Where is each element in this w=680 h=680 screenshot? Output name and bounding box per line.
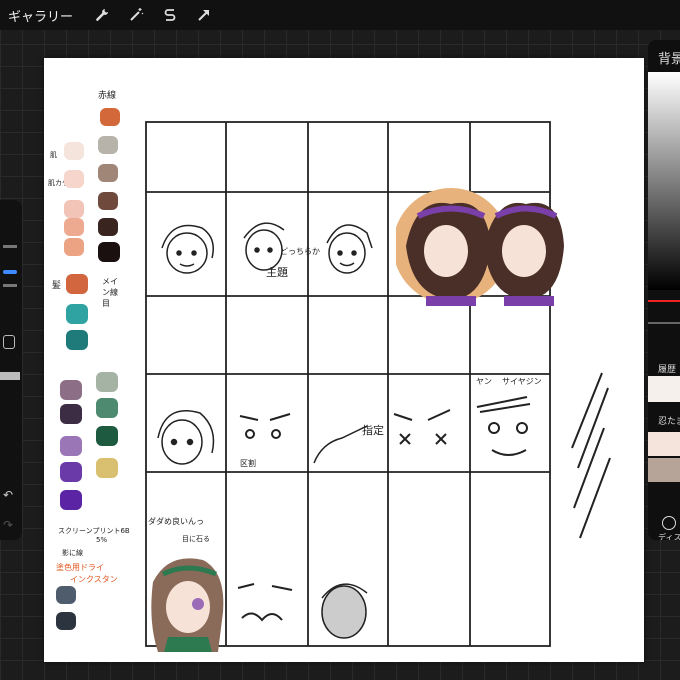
note-koushi: ダダめ良いんっ	[148, 517, 204, 526]
note-red-brush2: インクスタン	[70, 575, 118, 584]
note-kami: 髪	[52, 281, 62, 291]
left-sidebar: ↶ ↷	[0, 200, 22, 540]
character-sketch-4	[157, 410, 215, 465]
palette-swatch-2[interactable]	[648, 458, 680, 482]
swatch-green[interactable]	[96, 398, 118, 418]
note-eye: 目に石る	[182, 535, 210, 543]
character-sketch-7	[476, 396, 531, 456]
note-shitei: 指定	[362, 424, 384, 437]
brush-size-slider[interactable]	[3, 245, 17, 248]
character-sketch-6	[393, 409, 451, 445]
gallery-button[interactable]: ギャラリー	[8, 6, 73, 25]
note-shiten: 主題	[266, 266, 288, 279]
swatch-coral[interactable]	[64, 238, 84, 256]
history-label: 履歴	[658, 365, 677, 375]
palette-swatch-1[interactable]	[648, 432, 680, 456]
note-kage-hint: 影に線	[62, 549, 83, 557]
redo-icon[interactable]: ↷	[3, 518, 17, 532]
hue-slider[interactable]	[648, 300, 680, 302]
note-main-line: メイン線目	[102, 277, 118, 308]
swatch-forest[interactable]	[96, 426, 118, 446]
swatch-taupe[interactable]	[98, 164, 118, 182]
swatch-sage[interactable]	[96, 372, 118, 392]
swatch-teal[interactable]	[66, 304, 88, 324]
transform-arrow-icon[interactable]	[191, 2, 217, 28]
swatch-black[interactable]	[98, 242, 120, 262]
character-sketch-5	[239, 413, 291, 439]
note-brush-opacity: 5%	[96, 536, 108, 544]
character-sketch-9	[321, 583, 368, 639]
undo-icon[interactable]: ↶	[3, 488, 17, 502]
swatch-brown[interactable]	[98, 192, 118, 210]
wrench-icon[interactable]	[89, 2, 115, 28]
swatch-purple[interactable]	[60, 462, 82, 482]
swatch-pink[interactable]	[64, 200, 84, 218]
brush-size-handle[interactable]	[3, 270, 17, 274]
swatch-mauve[interactable]	[60, 380, 82, 400]
character-sketch-1	[161, 224, 214, 274]
character-sketch-8	[237, 583, 293, 622]
opacity-handle[interactable]	[0, 372, 20, 380]
palette-label: 忍たま	[658, 417, 680, 427]
swatch-violet[interactable]	[60, 490, 82, 510]
swatch-darkteal[interactable]	[66, 330, 88, 350]
color-picker-square[interactable]	[648, 72, 680, 290]
modify-button[interactable]	[3, 335, 15, 349]
swatch-peach[interactable]	[64, 170, 84, 188]
note-saiyajin: サイヤジン	[502, 377, 542, 386]
opacity-slider[interactable]	[3, 284, 17, 287]
swatch-salmon[interactable]	[64, 218, 84, 236]
speed-lines-sketch	[571, 372, 611, 539]
note-red-brush: 塗色用ドライ	[56, 563, 104, 572]
disc-label: ディスク	[658, 533, 680, 540]
swatch-mustard[interactable]	[96, 458, 118, 478]
colored-character-3	[151, 558, 224, 652]
colored-character-illustration	[396, 188, 564, 306]
note-kukaku: 区割	[240, 459, 256, 468]
magic-wand-icon[interactable]	[123, 2, 149, 28]
note-hada: 肌	[50, 151, 57, 159]
note-brush-name: スクリーンプリント6B	[58, 527, 130, 535]
swatch-rust[interactable]	[66, 274, 88, 294]
swatch-gray[interactable]	[98, 136, 118, 154]
swatch-beige[interactable]	[64, 142, 84, 160]
swatch-navy[interactable]	[56, 612, 76, 630]
drawing-canvas[interactable]: 赤線 肌 肌カゲ 髪 メイン線目 スクリーンプリント6B 5% 影に線 塗色用ド…	[44, 58, 644, 662]
history-swatch[interactable]	[648, 376, 680, 402]
color-panel: 背景 履歴 忍たま ディスク	[648, 40, 680, 540]
swatch-orange[interactable]	[100, 108, 120, 126]
selection-s-icon[interactable]	[157, 2, 183, 28]
disc-icon[interactable]	[662, 516, 676, 530]
swatch-slate[interactable]	[56, 586, 76, 604]
swatch-lavender[interactable]	[60, 436, 82, 456]
panel-title: 背景	[658, 52, 680, 67]
note-line-color: 赤線	[98, 91, 117, 101]
saturation-slider[interactable]	[648, 322, 680, 324]
top-toolbar: ギャラリー	[0, 0, 680, 30]
character-sketch-3	[326, 224, 373, 274]
swatch-darkbrown[interactable]	[98, 218, 118, 236]
swatch-plum[interactable]	[60, 404, 82, 424]
note-yanshi: ヤン	[476, 377, 492, 386]
